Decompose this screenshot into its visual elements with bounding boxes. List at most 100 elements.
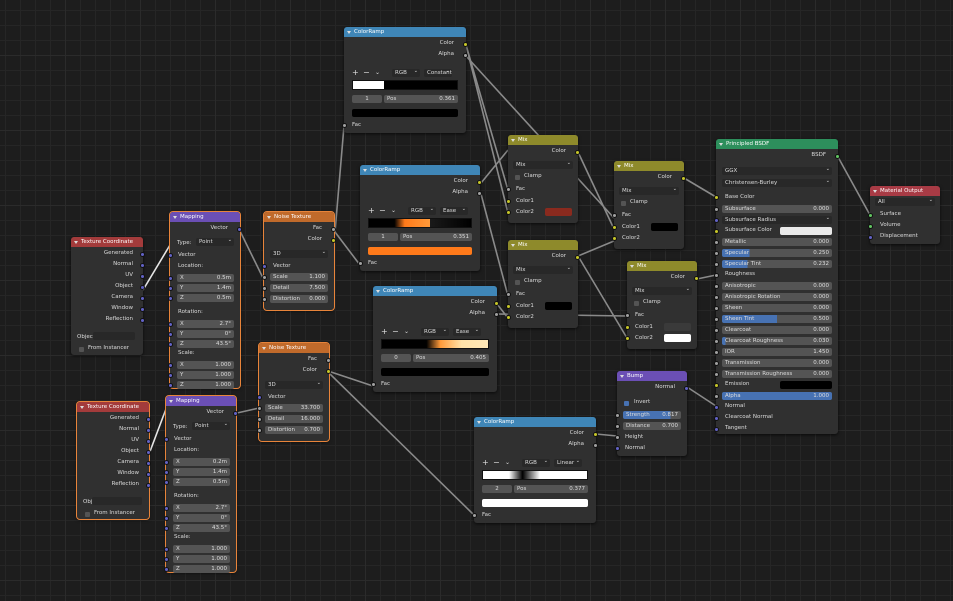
normal-input-socket[interactable]	[614, 445, 620, 451]
remove-stop-button[interactable]: −	[392, 327, 399, 336]
sheen-tint-socket[interactable]	[713, 316, 719, 322]
distribution-dropdown[interactable]: GGX	[722, 165, 832, 175]
target-dropdown[interactable]: All	[875, 196, 935, 206]
subsurface-color-socket[interactable]	[713, 228, 719, 234]
dimension-dropdown[interactable]: 3D	[270, 248, 328, 258]
normal-socket[interactable]	[713, 404, 719, 410]
rot-y-field[interactable]: Y 0°	[177, 330, 234, 338]
interpolation-dropdown[interactable]: Constant	[424, 67, 452, 77]
color-output-socket[interactable]	[592, 431, 598, 437]
specular-tint-socket[interactable]	[713, 261, 719, 267]
fac-input-socket[interactable]	[471, 512, 477, 518]
field-socket-0[interactable]	[163, 459, 169, 465]
ramp-menu-icon[interactable]: ⌄	[375, 69, 380, 76]
sheen-tint-field[interactable]: Sheen Tint 0.500	[722, 315, 832, 323]
noise1-node-header[interactable]: Noise Texture	[264, 212, 334, 222]
field-socket-4[interactable]	[163, 515, 169, 521]
vector-input-socket[interactable]	[256, 394, 262, 400]
emission-swatch[interactable]	[780, 381, 832, 389]
add-stop-button[interactable]: +	[482, 458, 489, 467]
color-ramp-bar[interactable]	[352, 80, 458, 90]
ramp3-node[interactable]: ColorRamp Color Alpha +−⌄ RGB Ease 0Pos0.405 Fa…	[370, 286, 499, 392]
output-reflection-socket[interactable]	[145, 482, 151, 488]
fac-input-socket[interactable]	[505, 291, 511, 297]
displacement-socket[interactable]	[867, 234, 873, 240]
surface-socket[interactable]	[867, 212, 873, 218]
stop-position-field[interactable]: Pos 0.405	[413, 354, 489, 362]
field-socket-6[interactable]	[163, 546, 169, 552]
principled-bsdf-node[interactable]: Principled BSDF BSDF GGX Christensen-Burley…	[713, 139, 840, 434]
vector-output-socket[interactable]	[232, 410, 238, 416]
mix3-node-header[interactable]: Mix	[614, 161, 684, 171]
clearcoat-normal-socket[interactable]	[713, 415, 719, 421]
clearcoat-field[interactable]: Clearcoat 0.000	[722, 326, 832, 334]
alpha-output-socket[interactable]	[462, 52, 468, 58]
loc-x-field[interactable]: X 0.2m	[173, 458, 230, 466]
output-reflection-socket[interactable]	[139, 317, 145, 323]
alpha-output-socket[interactable]	[592, 442, 598, 448]
color1-input-socket[interactable]	[505, 198, 511, 204]
subsurface-method-dropdown[interactable]: Christensen-Burley	[722, 177, 832, 187]
output-window-socket[interactable]	[139, 306, 145, 312]
anisotropic-rotation-field[interactable]: Anisotropic Rotation 0.000	[722, 293, 832, 301]
mapping1-node[interactable]: MappingVectorType:PointVectorLocation:X0…	[167, 211, 242, 389]
loc-y-field[interactable]: Y 1.4m	[177, 284, 234, 292]
stop-color-swatch[interactable]	[482, 499, 588, 507]
stop-index-field[interactable]: 1	[368, 233, 398, 241]
stop-color-swatch[interactable]	[352, 109, 458, 117]
field-socket-7[interactable]	[163, 556, 169, 562]
field-socket-2[interactable]	[167, 295, 173, 301]
stop-position-field[interactable]: Pos 0.377	[514, 485, 588, 493]
mix1-node[interactable]: Mix Color Mix Clamp Fac Color1 Color2	[505, 135, 580, 223]
color-output-socket[interactable]	[493, 300, 499, 306]
transmission-roughness-field[interactable]: Transmission Roughness 0.000	[722, 370, 832, 378]
stop-position-field[interactable]: Pos 0.361	[384, 95, 458, 103]
subsurface-color-swatch[interactable]	[780, 227, 832, 235]
color-output-socket[interactable]	[693, 275, 699, 281]
add-stop-button[interactable]: +	[352, 68, 359, 77]
color1-swatch[interactable]	[651, 223, 678, 231]
clamp-checkbox[interactable]	[634, 301, 639, 306]
stop-index-field[interactable]: 0	[381, 354, 411, 362]
metallic-field[interactable]: Metallic 0.000	[722, 238, 832, 246]
loc-x-field[interactable]: X 0.5m	[177, 274, 234, 282]
color-ramp-bar[interactable]	[381, 339, 489, 349]
base-color-socket[interactable]	[713, 194, 719, 200]
fac-input-socket[interactable]	[611, 212, 617, 218]
color2-input-socket[interactable]	[624, 335, 630, 341]
field-socket-0[interactable]	[167, 275, 173, 281]
output-camera-socket[interactable]	[145, 460, 151, 466]
color2-input-socket[interactable]	[505, 209, 511, 215]
field-socket-3[interactable]	[163, 505, 169, 511]
output-camera-socket[interactable]	[139, 295, 145, 301]
field-socket-8[interactable]	[163, 566, 169, 572]
bump-node-header[interactable]: Bump	[617, 371, 687, 381]
rot-x-field[interactable]: X 2.7°	[177, 320, 234, 328]
output-object-socket[interactable]	[145, 449, 151, 455]
interpolation-dropdown[interactable]: Ease	[440, 205, 468, 215]
fac-output-socket[interactable]	[330, 226, 336, 232]
rot-y-field[interactable]: Y 0°	[173, 514, 230, 522]
scale-socket[interactable]	[261, 274, 267, 280]
ior-field[interactable]: IOR 1.450	[722, 348, 832, 356]
ramp2-node-header[interactable]: ColorRamp	[360, 165, 480, 175]
loc-z-field[interactable]: Z 0.5m	[177, 294, 234, 302]
ramp2-node[interactable]: ColorRamp Color Alpha +−⌄ RGB Ease 1Pos0.351 Fa…	[357, 165, 482, 271]
dimension-dropdown[interactable]: 3D	[265, 379, 323, 389]
noise1-node[interactable]: Noise Texture Fac Color 3D Vector Scale1.100 D…	[261, 211, 336, 311]
scl-x-field[interactable]: X 1.000	[177, 361, 234, 369]
anisotropic-field[interactable]: Anisotropic 0.000	[722, 282, 832, 290]
color-output-socket[interactable]	[462, 41, 468, 47]
field-socket-7[interactable]	[167, 372, 173, 378]
field-socket-6[interactable]	[167, 362, 173, 368]
fac-input-socket[interactable]	[370, 381, 376, 387]
stop-color-swatch[interactable]	[381, 368, 489, 376]
loc-y-field[interactable]: Y 1.4m	[173, 468, 230, 476]
clamp-checkbox[interactable]	[621, 201, 626, 206]
color2-input-socket[interactable]	[505, 314, 511, 320]
field-socket-8[interactable]	[167, 382, 173, 388]
detail-field[interactable]: Detail 16.000	[265, 415, 323, 423]
add-stop-button[interactable]: +	[381, 327, 388, 336]
output-normal-socket[interactable]	[139, 262, 145, 268]
color-output-socket[interactable]	[574, 254, 580, 260]
